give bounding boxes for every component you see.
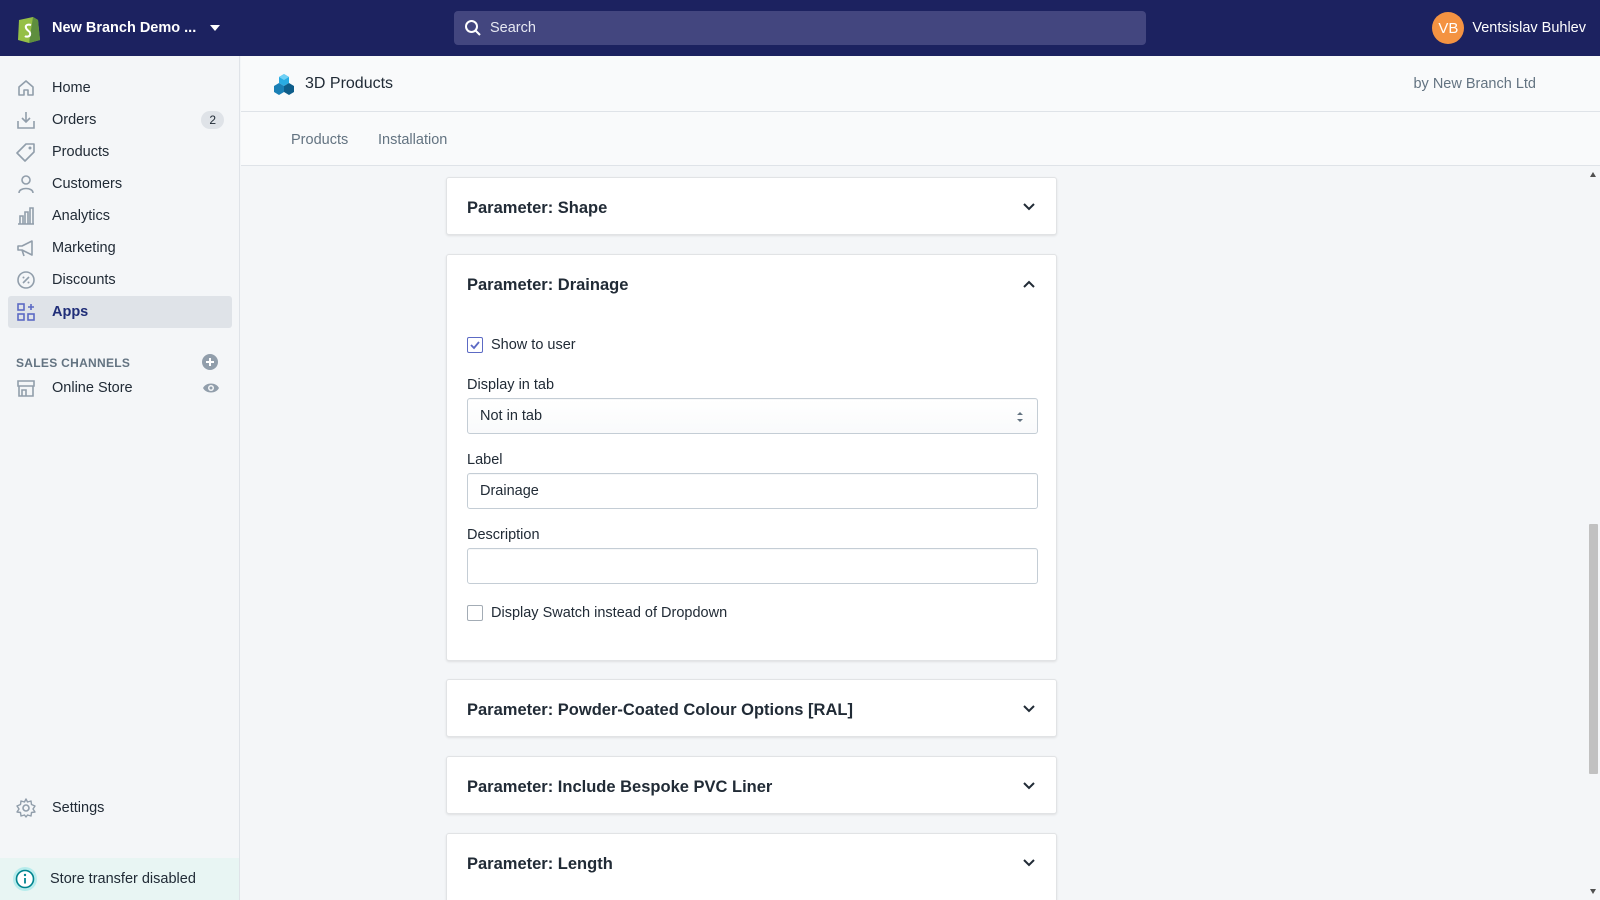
eye-icon[interactable] [202, 379, 220, 397]
store-name: New Branch Demo ... [52, 20, 197, 36]
sidebar-item-label: Orders [52, 112, 97, 128]
card-header[interactable]: Parameter: Length [447, 834, 1056, 892]
sidebar-item-label: Apps [52, 304, 89, 320]
sidebar-item-online-store[interactable]: Online Store [8, 372, 232, 404]
app-tabs: Products Installation [241, 112, 1600, 166]
chevron-up-icon[interactable] [1022, 277, 1036, 291]
sidebar-item-orders[interactable]: Orders 2 [8, 104, 232, 136]
description-input[interactable] [467, 548, 1038, 584]
sales-channels-heading: SALES CHANNELS [16, 356, 131, 370]
user-name: Ventsislav Buhlev [1472, 20, 1586, 36]
sidebar-item-label: Customers [52, 176, 123, 192]
sidebar: Home Orders 2 Products Customers Analyti… [0, 56, 240, 900]
search-bar[interactable] [454, 11, 1146, 45]
store-icon [16, 378, 36, 398]
card-title: Parameter: Drainage [467, 276, 629, 294]
apps-icon [16, 302, 36, 322]
card-header[interactable]: Parameter: Powder-Coated Colour Options … [447, 680, 1056, 738]
swatch-checkbox[interactable] [467, 605, 483, 621]
shopify-logo-icon [18, 17, 40, 43]
content-scrollbar[interactable] [1587, 166, 1600, 900]
add-circle-icon[interactable] [201, 353, 219, 371]
sidebar-item-analytics[interactable]: Analytics [8, 200, 232, 232]
parameter-card-powder-coated: Parameter: Powder-Coated Colour Options … [446, 679, 1057, 737]
info-icon [13, 867, 37, 891]
person-icon [16, 174, 36, 194]
sidebar-item-settings[interactable]: Settings [8, 792, 232, 824]
gear-icon [16, 798, 36, 818]
card-title: Parameter: Shape [467, 199, 608, 217]
sidebar-item-label: Home [52, 80, 91, 96]
parameter-card-shape: Parameter: Shape [446, 177, 1057, 235]
chevron-down-icon[interactable] [1022, 779, 1036, 793]
card-header[interactable]: Parameter: Shape [447, 178, 1056, 236]
orders-count-badge: 2 [201, 111, 224, 129]
bar-chart-icon [16, 206, 36, 226]
sidebar-item-discounts[interactable]: Discounts [8, 264, 232, 296]
megaphone-icon [16, 238, 36, 258]
sidebar-item-label: Products [52, 144, 110, 160]
sidebar-item-label: Analytics [52, 208, 111, 224]
sidebar-item-marketing[interactable]: Marketing [8, 232, 232, 264]
label-input[interactable]: Drainage [467, 473, 1038, 509]
select-value: Not in tab [480, 408, 543, 424]
discount-icon [16, 270, 36, 290]
chevron-down-icon[interactable] [1022, 702, 1036, 716]
scroll-up-arrow-icon[interactable] [1590, 172, 1596, 177]
description-field-label: Description [467, 527, 540, 543]
app-logo-icon [274, 73, 294, 95]
scroll-down-arrow-icon[interactable] [1590, 889, 1596, 894]
chevron-down-icon[interactable] [1022, 856, 1036, 870]
parameter-card-drainage: Parameter: Drainage Show to user Display… [446, 254, 1057, 661]
chevron-down-icon[interactable] [1022, 200, 1036, 214]
tab-installation[interactable]: Installation [378, 132, 447, 148]
sidebar-item-label: Online Store [52, 380, 133, 396]
sidebar-item-label: Settings [52, 800, 105, 816]
orders-icon [16, 110, 36, 130]
store-transfer-banner: Store transfer disabled [0, 858, 239, 900]
sidebar-item-products[interactable]: Products [8, 136, 232, 168]
sidebar-item-label: Marketing [52, 240, 116, 256]
parameter-card-length: Parameter: Length [446, 833, 1057, 900]
label-field-label: Label [467, 452, 503, 468]
checkmark-icon [470, 341, 480, 350]
display-in-tab-select[interactable]: Not in tab [467, 398, 1038, 434]
show-to-user-checkbox[interactable] [467, 337, 483, 353]
app-header: 3D Products by New Branch Ltd [241, 56, 1600, 112]
app-title: 3D Products [305, 74, 394, 92]
input-value: Drainage [480, 483, 539, 499]
avatar: VB [1432, 12, 1465, 44]
home-icon [16, 78, 36, 98]
checkbox-label: Display Swatch instead of Dropdown [491, 605, 728, 621]
store-switcher[interactable]: New Branch Demo ... [0, 0, 240, 56]
search-input[interactable] [490, 20, 1090, 36]
parameter-card-pvc-liner: Parameter: Include Bespoke PVC Liner [446, 756, 1057, 814]
card-header[interactable]: Parameter: Drainage [447, 255, 1056, 313]
show-to-user-checkbox-row[interactable]: Show to user [467, 337, 576, 353]
sidebar-item-home[interactable]: Home [8, 72, 232, 104]
tag-icon [16, 142, 36, 162]
sidebar-item-label: Discounts [52, 272, 116, 288]
sidebar-item-customers[interactable]: Customers [8, 168, 232, 200]
main-content: Parameter: Shape Parameter: Drainage Sho… [241, 166, 1587, 900]
chevron-down-icon [210, 25, 221, 31]
card-header[interactable]: Parameter: Include Bespoke PVC Liner [447, 757, 1056, 815]
tab-products[interactable]: Products [291, 132, 348, 148]
card-title: Parameter: Powder-Coated Colour Options … [467, 701, 853, 719]
swatch-checkbox-row[interactable]: Display Swatch instead of Dropdown [467, 605, 727, 621]
top-bar: New Branch Demo ... VB Ventsislav Buhlev [0, 0, 1600, 56]
app-developer: by New Branch Ltd [1413, 75, 1536, 92]
select-arrows-icon [1017, 412, 1023, 422]
user-menu[interactable]: VB Ventsislav Buhlev [1432, 12, 1586, 44]
card-title: Parameter: Length [467, 855, 613, 873]
search-icon [465, 20, 481, 36]
scrollbar-thumb[interactable] [1589, 524, 1598, 774]
store-transfer-text: Store transfer disabled [50, 871, 196, 887]
display-in-tab-label: Display in tab [467, 377, 555, 393]
card-title: Parameter: Include Bespoke PVC Liner [467, 778, 773, 796]
checkbox-label: Show to user [491, 337, 576, 353]
sidebar-item-apps[interactable]: Apps [8, 296, 232, 328]
